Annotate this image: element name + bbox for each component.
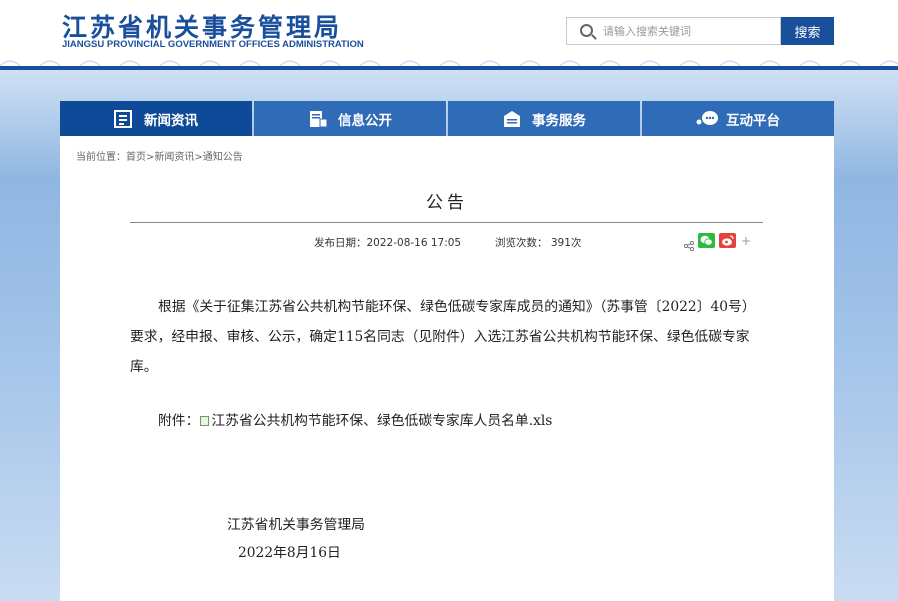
nav-item-label: 事务服务 (532, 112, 586, 129)
nav-item-label: 信息公开 (338, 112, 392, 129)
attachment-link[interactable]: 江苏省公共机构节能环保、绿色低碳专家库人员名单.xls (211, 413, 552, 429)
site-logo-subtitle: JIANGSU PROVINCIAL GOVERNMENT OFFICES AD… (62, 39, 364, 50)
chat-icon (696, 110, 718, 128)
attachment-label: 附件： (158, 413, 200, 429)
more-icon[interactable]: + (741, 234, 751, 248)
site-header: 江苏省机关事务管理局 JIANGSU PROVINCIAL GOVERNMENT… (0, 0, 898, 70)
news-icon (114, 109, 134, 128)
signature-organization: 江苏省机关事务管理局 (227, 517, 365, 533)
nav-item-interaction[interactable]: 互动平台 (642, 101, 834, 136)
nav-item-services[interactable]: 事务服务 (448, 101, 640, 136)
weibo-icon[interactable] (719, 233, 736, 248)
main-nav: 新闻资讯 信息公开 事务服务 互动平台 (60, 101, 834, 136)
wechat-icon[interactable] (698, 233, 715, 248)
nav-item-info-disclosure[interactable]: 信息公开 (254, 101, 446, 136)
search-icon (580, 24, 593, 37)
search-input[interactable] (603, 22, 773, 40)
article-title: 公告 (426, 193, 468, 213)
search-button[interactable]: 搜索 (781, 17, 834, 45)
view-count: 浏览次数： 391次 (495, 237, 582, 249)
title-divider (130, 222, 763, 223)
share-icon[interactable] (683, 236, 695, 252)
breadcrumb[interactable]: 当前位置：首页>新闻资讯>通知公告 (76, 148, 243, 163)
nav-item-label: 新闻资讯 (144, 112, 198, 129)
search-box (566, 17, 781, 45)
attachment: 附件： 江苏省公共机构节能环保、绿色低碳专家库人员名单.xls (158, 409, 552, 429)
nav-item-news[interactable]: 新闻资讯 (60, 101, 252, 136)
header-divider (0, 66, 898, 70)
services-icon (502, 110, 522, 128)
article-panel: 当前位置：首页>新闻资讯>通知公告 公告 发布日期：2022-08-16 17:… (60, 136, 834, 601)
info-disclosure-icon (308, 110, 328, 128)
signature-date: 2022年8月16日 (238, 545, 341, 561)
publish-date: 发布日期：2022-08-16 17:05 (314, 237, 462, 249)
xls-file-icon (200, 416, 210, 426)
article-body: 根据《关于征集江苏省公共机构节能环保、绿色低碳专家库成员的通知》（苏事管〔202… (130, 299, 756, 375)
nav-item-label: 互动平台 (726, 112, 780, 129)
